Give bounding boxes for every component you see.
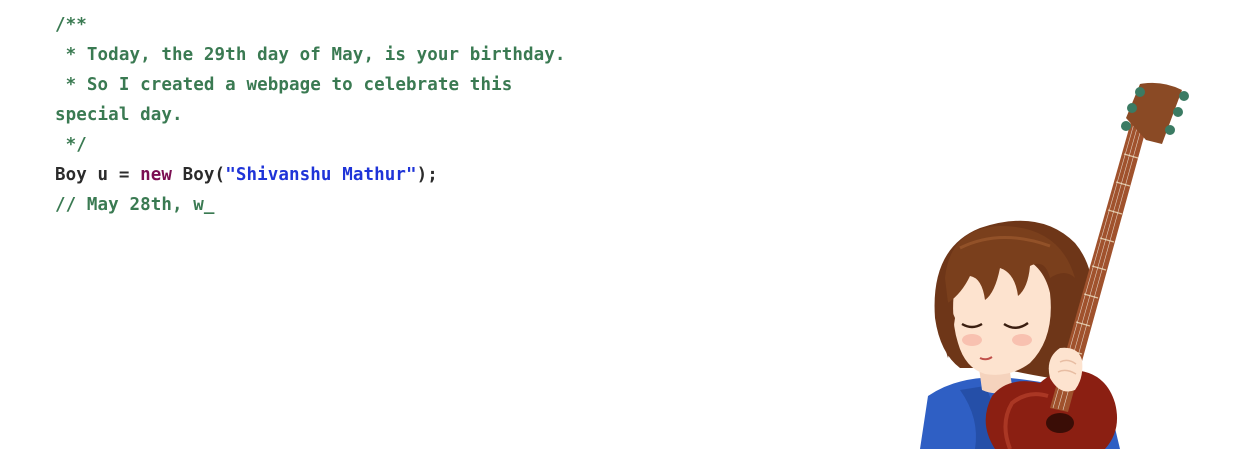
typing-comment: // May 28th, w [55, 195, 204, 215]
comment-line-webpage: * So I created a webpage to celebrate th… [55, 75, 523, 125]
code-statement: Boy u = new Boy("Shivanshu Mathur"); [55, 160, 595, 190]
statement-declaration: Boy u = [55, 165, 141, 185]
code-block: /** * Today, the 29th day of May, is you… [55, 10, 595, 220]
statement-end: ); [416, 165, 438, 185]
statement-keyword: new [140, 165, 173, 185]
statement-constructor: Boy( [172, 165, 226, 185]
comment-open: /** [55, 15, 87, 35]
typing-line: // May 28th, w_ [55, 190, 595, 220]
text-cursor: _ [203, 195, 215, 215]
statement-string-literal: "Shivanshu Mathur" [225, 165, 417, 185]
comment-close: */ [55, 135, 87, 155]
comment-line-birthday: * Today, the 29th day of May, is your bi… [55, 45, 566, 65]
page: /** * Today, the 29th day of May, is you… [0, 0, 1257, 449]
girl-with-guitar-illustration [920, 82, 1189, 449]
